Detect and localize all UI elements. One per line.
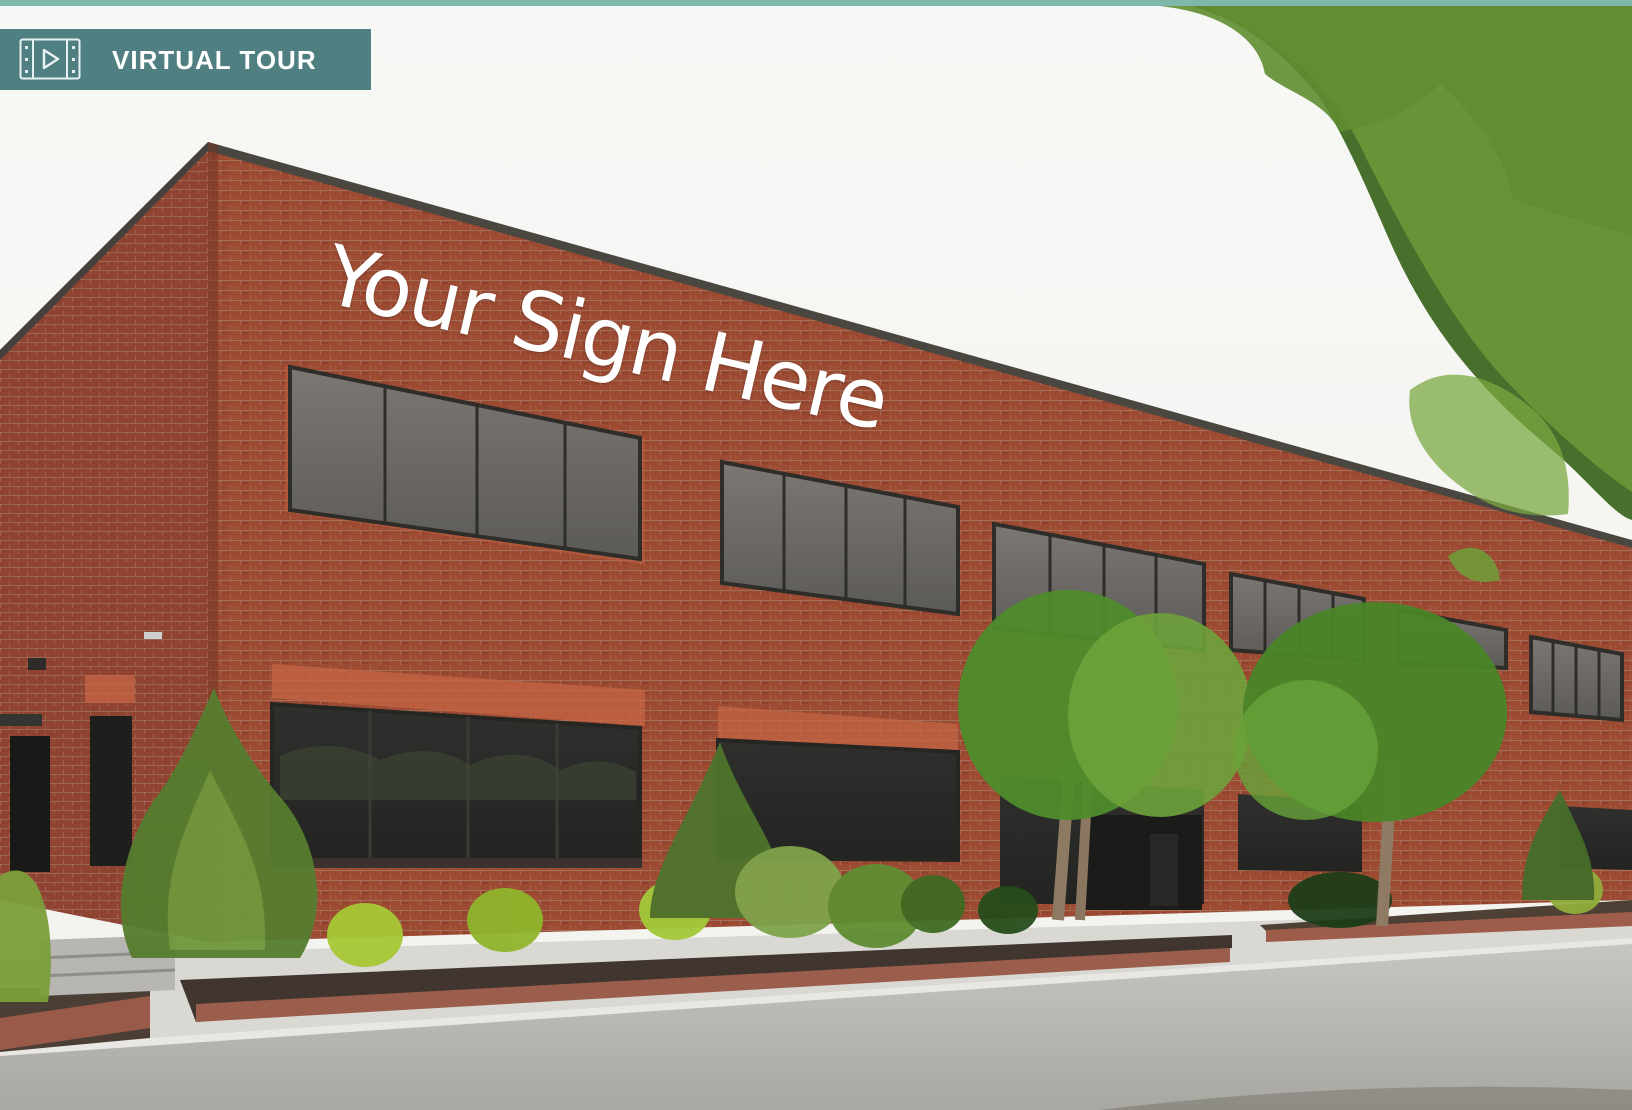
video-play-icon: [19, 38, 81, 80]
virtual-tour-button[interactable]: VIRTUAL TOUR: [0, 29, 371, 90]
building-photo: [0, 6, 1632, 1110]
virtual-tour-label: VIRTUAL TOUR: [112, 45, 317, 75]
virtual-tour-hero: Your Sign Here VIRTUAL TOUR: [0, 0, 1632, 1110]
